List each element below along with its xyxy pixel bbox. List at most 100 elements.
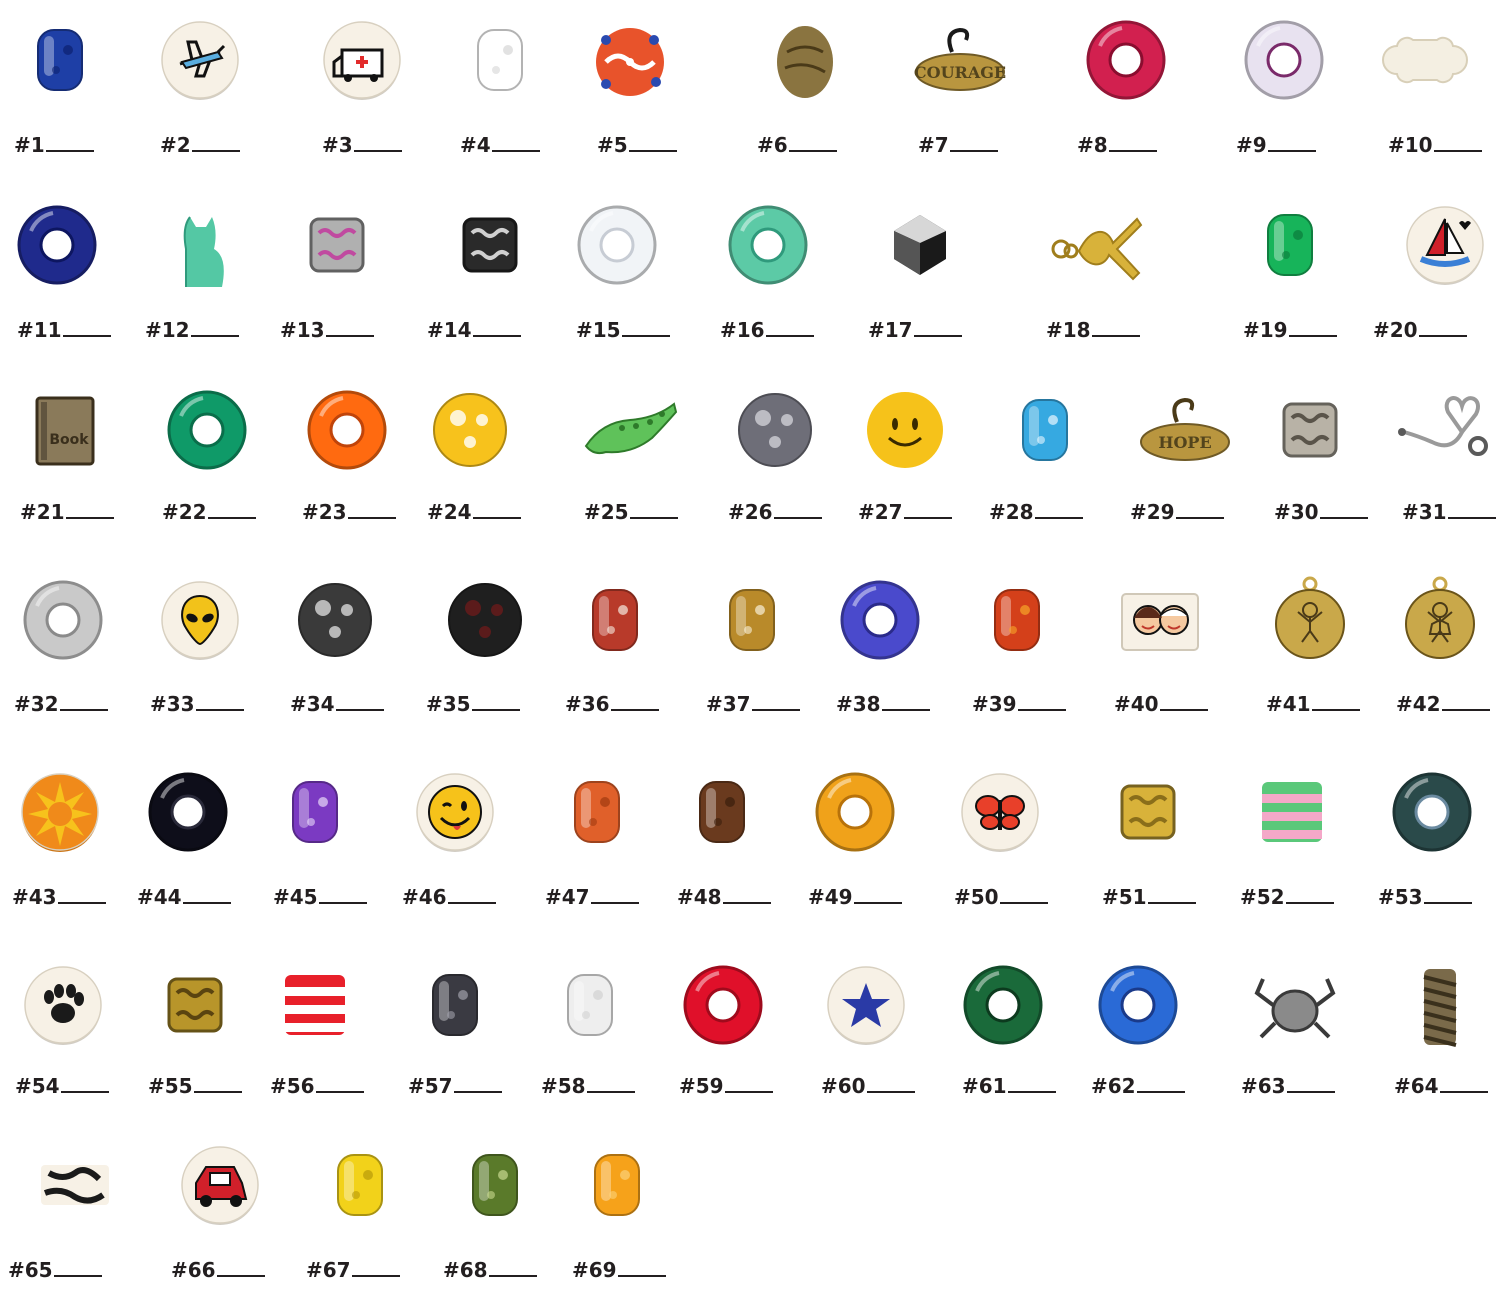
answer-blank[interactable]: [216, 1275, 265, 1277]
answer-blank[interactable]: [628, 150, 677, 152]
bead-label: #39: [972, 692, 1066, 716]
bead-label: #11: [17, 318, 111, 342]
answer-blank[interactable]: [353, 150, 402, 152]
answer-blank[interactable]: [1017, 709, 1066, 711]
answer-blank[interactable]: [195, 709, 244, 711]
bead-image: [1051, 217, 1143, 281]
answer-blank[interactable]: [335, 709, 384, 711]
bead-label: #34: [290, 692, 384, 716]
answer-blank[interactable]: [1175, 517, 1224, 519]
answer-blank[interactable]: [610, 709, 659, 711]
answer-blank[interactable]: [53, 1275, 102, 1277]
answer-blank[interactable]: [472, 517, 521, 519]
answer-blank[interactable]: [1447, 517, 1496, 519]
bead-label: #13: [280, 318, 374, 342]
answer-blank[interactable]: [913, 335, 962, 337]
bead-number: #35: [426, 692, 471, 716]
bead-number: #67: [306, 1258, 351, 1282]
answer-blank[interactable]: [59, 709, 108, 711]
answer-blank[interactable]: [65, 517, 114, 519]
bead-label: #18: [1046, 318, 1140, 342]
answer-blank[interactable]: [351, 1275, 400, 1277]
answer-blank[interactable]: [193, 1091, 242, 1093]
answer-blank[interactable]: [315, 1091, 364, 1093]
answer-blank[interactable]: [1159, 709, 1208, 711]
answer-blank[interactable]: [325, 335, 374, 337]
answer-blank[interactable]: [788, 150, 837, 152]
answer-blank[interactable]: [1034, 517, 1083, 519]
bead-number: #49: [808, 885, 853, 909]
answer-blank[interactable]: [751, 709, 800, 711]
answer-blank[interactable]: [1418, 335, 1467, 337]
answer-blank[interactable]: [191, 150, 240, 152]
answer-blank[interactable]: [999, 902, 1048, 904]
answer-blank[interactable]: [318, 902, 367, 904]
bead-image: [1423, 969, 1457, 1047]
answer-blank[interactable]: [1136, 1091, 1185, 1093]
answer-blank[interactable]: [471, 709, 520, 711]
answer-blank[interactable]: [1319, 517, 1368, 519]
answer-blank[interactable]: [57, 902, 106, 904]
answer-blank[interactable]: [1423, 902, 1472, 904]
answer-blank[interactable]: [190, 335, 239, 337]
bead-label: #42: [1396, 692, 1490, 716]
answer-blank[interactable]: [586, 1091, 635, 1093]
bead-image: [37, 29, 83, 91]
answer-blank[interactable]: [1108, 150, 1157, 152]
answer-blank[interactable]: [1441, 709, 1490, 711]
bead-number: #54: [15, 1074, 60, 1098]
bead-number: #66: [171, 1258, 216, 1282]
answer-blank[interactable]: [453, 1091, 502, 1093]
bead-number: #27: [858, 500, 903, 524]
answer-blank[interactable]: [488, 1275, 537, 1277]
answer-blank[interactable]: [881, 709, 930, 711]
bead-image: [699, 781, 745, 843]
answer-blank[interactable]: [773, 517, 822, 519]
answer-blank[interactable]: [45, 150, 94, 152]
answer-blank[interactable]: [617, 1275, 666, 1277]
answer-blank[interactable]: [621, 335, 670, 337]
answer-blank[interactable]: [629, 517, 678, 519]
answer-blank[interactable]: [207, 517, 256, 519]
answer-blank[interactable]: [491, 150, 540, 152]
answer-blank[interactable]: [447, 902, 496, 904]
bead-number: #34: [290, 692, 335, 716]
bead-label: #47: [545, 885, 639, 909]
answer-blank[interactable]: [182, 902, 231, 904]
answer-blank[interactable]: [866, 1091, 915, 1093]
bead-image: [1398, 396, 1488, 456]
bead-image: [584, 402, 678, 455]
answer-blank[interactable]: [472, 335, 521, 337]
bead-label: #43: [12, 885, 106, 909]
answer-blank[interactable]: [1267, 150, 1316, 152]
bead-number: #68: [443, 1258, 488, 1282]
bead-image: [1244, 20, 1324, 100]
answer-blank[interactable]: [903, 517, 952, 519]
bead-image: [994, 589, 1040, 651]
bead-label: #64: [1394, 1074, 1488, 1098]
answer-blank[interactable]: [347, 517, 396, 519]
answer-blank[interactable]: [722, 902, 771, 904]
bead-number: #7: [918, 133, 949, 157]
answer-blank[interactable]: [1439, 1091, 1488, 1093]
answer-blank[interactable]: [1311, 709, 1360, 711]
answer-blank[interactable]: [1288, 335, 1337, 337]
answer-blank[interactable]: [853, 902, 902, 904]
answer-blank[interactable]: [765, 335, 814, 337]
bead-image: [292, 781, 338, 843]
answer-blank[interactable]: [1007, 1091, 1056, 1093]
answer-blank[interactable]: [724, 1091, 773, 1093]
bead-image: [1254, 978, 1336, 1039]
bead-number: #61: [962, 1074, 1007, 1098]
answer-blank[interactable]: [1147, 902, 1196, 904]
answer-blank[interactable]: [949, 150, 998, 152]
bead-label: #5: [597, 133, 677, 157]
svg-text:HOPE: HOPE: [1158, 433, 1211, 452]
answer-blank[interactable]: [62, 335, 111, 337]
answer-blank[interactable]: [590, 902, 639, 904]
answer-blank[interactable]: [60, 1091, 109, 1093]
answer-blank[interactable]: [1285, 902, 1334, 904]
answer-blank[interactable]: [1286, 1091, 1335, 1093]
answer-blank[interactable]: [1091, 335, 1140, 337]
answer-blank[interactable]: [1433, 150, 1482, 152]
